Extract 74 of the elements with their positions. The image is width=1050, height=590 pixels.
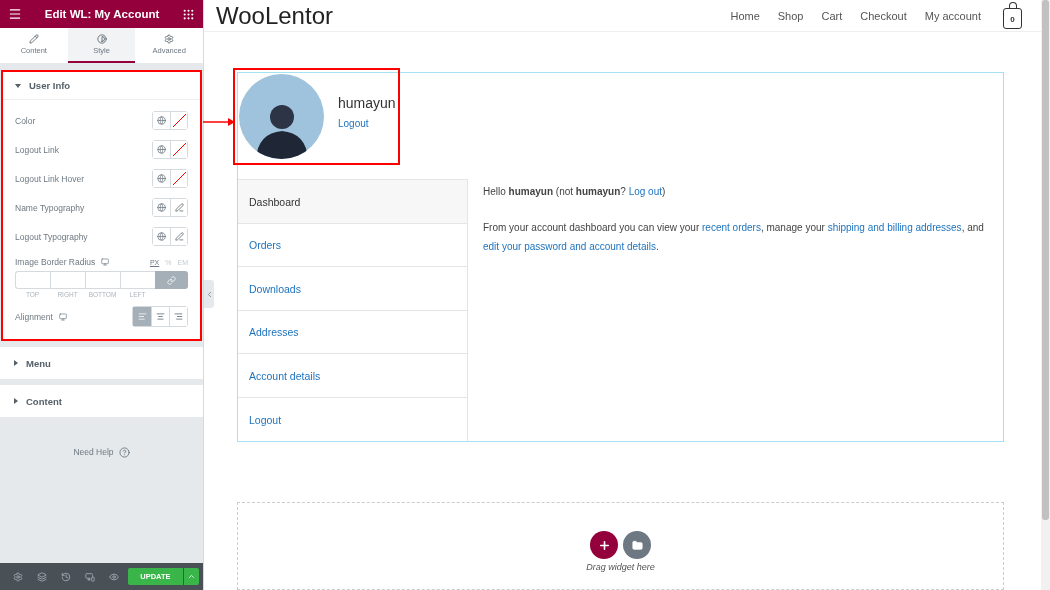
monitor-icon[interactable] bbox=[58, 312, 67, 321]
greeting-text: Hello humayun (not humayun? Log out) bbox=[483, 185, 667, 200]
dropzone-hint: Drag widget here bbox=[586, 562, 655, 573]
eye-icon bbox=[109, 571, 120, 582]
help-icon bbox=[118, 446, 130, 458]
pencil-icon bbox=[28, 34, 39, 44]
pencil-icon bbox=[174, 203, 184, 212]
dimension-input[interactable] bbox=[50, 271, 85, 289]
scrollbar[interactable] bbox=[1041, 0, 1050, 590]
menu-icon[interactable] bbox=[8, 7, 22, 21]
template-library-button[interactable] bbox=[623, 531, 651, 560]
monitor-icon[interactable] bbox=[101, 258, 110, 266]
panel-title: Edit WL: My Account bbox=[44, 8, 160, 20]
dimension-input[interactable] bbox=[85, 271, 120, 289]
align-right-button[interactable] bbox=[169, 307, 187, 326]
caret-icon bbox=[15, 83, 21, 88]
grid-icon[interactable] bbox=[182, 7, 195, 21]
control-label: Name Typography bbox=[15, 202, 85, 213]
empty-swatch-icon bbox=[172, 114, 186, 127]
intro-text: From your account dashboard you can view your recent orders, manage your shipping and billing addresses, and edit your password and account details. bbox=[483, 221, 985, 255]
empty-swatch-icon bbox=[172, 143, 186, 156]
globe-icon bbox=[157, 203, 166, 212]
dimension-input[interactable] bbox=[120, 271, 155, 289]
text-link[interactable]: recent orders bbox=[702, 222, 761, 234]
more-options-button[interactable] bbox=[183, 568, 199, 585]
caret-icon bbox=[14, 398, 18, 404]
color-swatch[interactable] bbox=[170, 112, 187, 129]
globe-icon bbox=[157, 232, 166, 241]
control-label: Alignment bbox=[15, 311, 67, 322]
link-values-button[interactable] bbox=[155, 271, 188, 289]
devices-icon bbox=[85, 571, 96, 582]
text-link[interactable]: Log out bbox=[628, 186, 662, 198]
control-label: Logout Link Hover bbox=[15, 173, 84, 184]
control-label: Color bbox=[15, 115, 36, 126]
help-link[interactable]: Need Help bbox=[73, 445, 130, 459]
empty-swatch-icon bbox=[172, 172, 186, 185]
account-menu-item[interactable]: Dashboard bbox=[238, 180, 467, 224]
color-swatch[interactable] bbox=[170, 141, 187, 158]
control-label: Image Border Radius bbox=[15, 257, 110, 267]
align-center-icon bbox=[156, 312, 165, 321]
edit-button[interactable] bbox=[170, 228, 187, 245]
globe-icon bbox=[157, 116, 166, 125]
pencil-icon bbox=[174, 232, 184, 241]
nav-link[interactable]: Home bbox=[730, 9, 760, 22]
folder-icon bbox=[631, 539, 643, 551]
nav-link[interactable]: Cart bbox=[821, 9, 843, 22]
caret-icon bbox=[14, 360, 18, 366]
text-link[interactable]: shipping and billing addresses bbox=[827, 222, 962, 234]
half-circle-icon bbox=[96, 34, 107, 44]
link-icon bbox=[167, 275, 176, 285]
user-name: humayun bbox=[338, 94, 396, 111]
globe-icon bbox=[157, 145, 166, 154]
add-section-button[interactable] bbox=[590, 531, 618, 560]
nav-link[interactable]: Shop bbox=[777, 9, 804, 22]
logout-link[interactable]: Logout bbox=[338, 117, 396, 129]
caret-up-icon bbox=[186, 572, 196, 581]
edit-button[interactable] bbox=[170, 199, 187, 216]
layers-icon bbox=[37, 571, 48, 582]
plus-icon bbox=[597, 538, 611, 552]
control-label: Logout Typography bbox=[15, 231, 88, 242]
globe-icon bbox=[157, 174, 166, 183]
gear-icon bbox=[13, 571, 23, 582]
align-right-icon bbox=[174, 312, 183, 321]
dimension-input[interactable] bbox=[15, 271, 50, 289]
nav-link[interactable]: Checkout bbox=[860, 9, 907, 22]
history-icon bbox=[61, 571, 72, 582]
gear-icon bbox=[164, 34, 175, 44]
site-logo[interactable]: WooLentor bbox=[216, 1, 731, 30]
nav-link[interactable]: My account bbox=[924, 9, 981, 22]
control-label: Logout Link bbox=[15, 144, 59, 155]
color-swatch[interactable] bbox=[170, 170, 187, 187]
align-left-button[interactable] bbox=[133, 307, 151, 326]
align-left-icon bbox=[137, 312, 147, 321]
text-link[interactable]: edit your password and account details bbox=[483, 241, 656, 253]
